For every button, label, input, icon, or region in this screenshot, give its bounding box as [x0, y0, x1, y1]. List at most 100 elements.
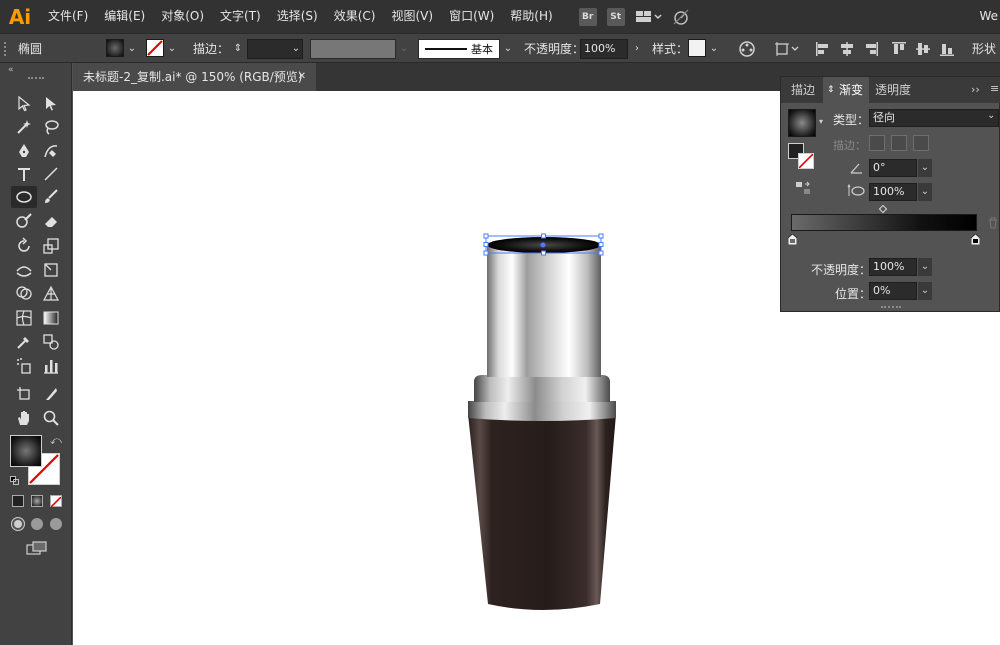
close-tab-icon[interactable]: ✕ — [298, 63, 306, 91]
fill-swatch[interactable] — [106, 39, 124, 57]
stroke-swatch[interactable] — [146, 39, 164, 57]
gradient-slider[interactable] — [791, 214, 977, 231]
opacity-expand-icon[interactable]: › — [630, 39, 644, 59]
gradient-type-dropdown-icon[interactable]: ⌄ — [987, 110, 995, 121]
arrange-documents-icon[interactable] — [635, 8, 663, 26]
pen-tool[interactable] — [13, 140, 35, 162]
stroke-weight-dropdown-icon[interactable]: ⌄ — [289, 39, 303, 59]
magic-wand-tool[interactable] — [13, 116, 35, 138]
stop-location-input[interactable]: 0% — [869, 282, 917, 300]
panel-menu-icon[interactable]: ≡ — [990, 82, 999, 95]
symbol-sprayer-tool[interactable] — [13, 355, 35, 377]
hand-tool[interactable] — [13, 407, 35, 429]
gradient-preview-swatch[interactable] — [788, 109, 816, 137]
tab-gradient[interactable]: ⇕ 渐变 — [823, 77, 870, 103]
width-tool[interactable] — [13, 259, 35, 281]
curvature-tool[interactable] — [40, 140, 62, 162]
document-tab[interactable]: 未标题-2_复制.ai* @ 150% (RGB/预览) ✕ — [73, 63, 316, 91]
ellipse-tool[interactable] — [11, 186, 37, 208]
stop-opacity-input[interactable]: 100% — [869, 258, 917, 276]
draw-behind-icon[interactable] — [31, 518, 43, 530]
fill-color-swatch-front[interactable] — [10, 435, 42, 467]
menu-select[interactable]: 选择(S) — [269, 0, 326, 33]
gradient-stop-end[interactable] — [970, 233, 981, 246]
stroke-dropdown-icon[interactable]: ⌄ — [165, 39, 179, 59]
gradient-angle-input[interactable]: 0° — [869, 159, 917, 177]
shape-label[interactable]: 形状 — [972, 34, 996, 64]
menu-effect[interactable]: 效果(C) — [326, 0, 384, 33]
align-top-icon[interactable] — [890, 40, 908, 58]
none-mode-button[interactable] — [50, 495, 62, 508]
tab-transparency[interactable]: 透明度 — [869, 77, 917, 103]
menu-help[interactable]: 帮助(H) — [502, 0, 560, 33]
gradient-type-select[interactable]: 径向 — [869, 109, 999, 127]
blend-tool[interactable] — [40, 331, 62, 353]
graphic-style-dropdown-icon[interactable]: ⌄ — [707, 39, 721, 59]
align-vertical-center-icon[interactable] — [914, 40, 932, 58]
gpu-performance-icon[interactable] — [671, 8, 691, 26]
gradient-stop-start[interactable] — [787, 233, 798, 246]
draw-inside-icon[interactable] — [50, 518, 62, 530]
lasso-tool[interactable] — [40, 116, 62, 138]
brush-dropdown-icon[interactable]: ⌄ — [501, 39, 515, 59]
align-left-icon[interactable] — [814, 40, 832, 58]
paintbrush-tool[interactable] — [40, 186, 62, 208]
gradient-tool[interactable] — [40, 307, 62, 329]
menu-edit[interactable]: 编辑(E) — [96, 0, 153, 33]
direct-selection-tool[interactable] — [40, 93, 62, 115]
gradient-mode-button[interactable] — [31, 495, 43, 507]
menu-file[interactable]: 文件(F) — [40, 0, 96, 33]
default-fill-stroke-icon[interactable] — [10, 474, 19, 485]
stock-button[interactable]: St — [606, 7, 625, 26]
panel-resize-grip[interactable] — [881, 306, 901, 309]
slice-tool[interactable] — [40, 383, 62, 405]
free-transform-tool[interactable] — [40, 259, 62, 281]
rotate-tool[interactable] — [13, 235, 35, 257]
screen-mode-icon[interactable] — [26, 541, 48, 555]
draw-normal-icon[interactable] — [12, 518, 24, 530]
gradient-angle-dropdown-icon[interactable]: ⌄ — [918, 159, 932, 177]
fill-stroke-toggle[interactable] — [788, 143, 818, 173]
menu-view[interactable]: 视图(V) — [383, 0, 441, 33]
panel-expand-icon[interactable]: ›› — [971, 83, 980, 96]
stop-opacity-dropdown-icon[interactable]: ⌄ — [918, 258, 932, 276]
zoom-tool[interactable] — [40, 407, 62, 429]
align-right-icon[interactable] — [862, 40, 880, 58]
reverse-gradient-icon[interactable] — [795, 181, 811, 195]
recolor-artwork-icon[interactable] — [738, 40, 756, 58]
opacity-input[interactable]: 100% — [580, 39, 628, 59]
variable-width-profile[interactable] — [310, 39, 396, 59]
eyedropper-tool[interactable] — [13, 331, 35, 353]
menu-window[interactable]: 窗口(W) — [441, 0, 502, 33]
gradient-midpoint-icon[interactable] — [878, 204, 888, 214]
menu-type[interactable]: 文字(T) — [212, 0, 269, 33]
line-segment-tool[interactable] — [40, 163, 62, 185]
transform-icon[interactable] — [774, 40, 802, 58]
shape-builder-tool[interactable] — [13, 282, 35, 304]
color-mode-button[interactable] — [12, 495, 24, 507]
brush-definition-field[interactable]: 基本 — [418, 39, 500, 59]
fill-dropdown-icon[interactable]: ⌄ — [125, 39, 139, 59]
swap-fill-stroke-icon[interactable]: ⤺ — [50, 434, 62, 448]
stroke-weight-stepper-icon[interactable]: ⇕ — [231, 39, 245, 59]
type-tool[interactable] — [13, 163, 35, 185]
tab-stroke[interactable]: 描边 — [785, 77, 821, 103]
shaper-tool[interactable] — [13, 210, 35, 232]
toolbar-collapse-icon[interactable]: « — [8, 65, 14, 75]
perspective-grid-tool[interactable] — [40, 282, 62, 304]
column-graph-tool[interactable] — [40, 355, 62, 377]
gradient-preview-dropdown-icon[interactable]: ▾ — [819, 117, 823, 126]
mesh-tool[interactable] — [13, 307, 35, 329]
workspace-switcher[interactable]: We — [979, 0, 1000, 33]
scale-tool[interactable] — [40, 235, 62, 257]
bridge-button[interactable]: Br — [578, 7, 597, 26]
artboard-tool[interactable] — [13, 383, 35, 405]
graphic-style-swatch[interactable] — [688, 39, 706, 57]
gradient-aspect-input[interactable]: 100% — [869, 183, 917, 201]
align-bottom-icon[interactable] — [938, 40, 956, 58]
menu-object[interactable]: 对象(O) — [153, 0, 212, 33]
align-horizontal-center-icon[interactable] — [838, 40, 856, 58]
gradient-aspect-dropdown-icon[interactable]: ⌄ — [918, 183, 932, 201]
stop-location-dropdown-icon[interactable]: ⌄ — [918, 282, 932, 300]
selection-tool[interactable] — [13, 93, 35, 115]
